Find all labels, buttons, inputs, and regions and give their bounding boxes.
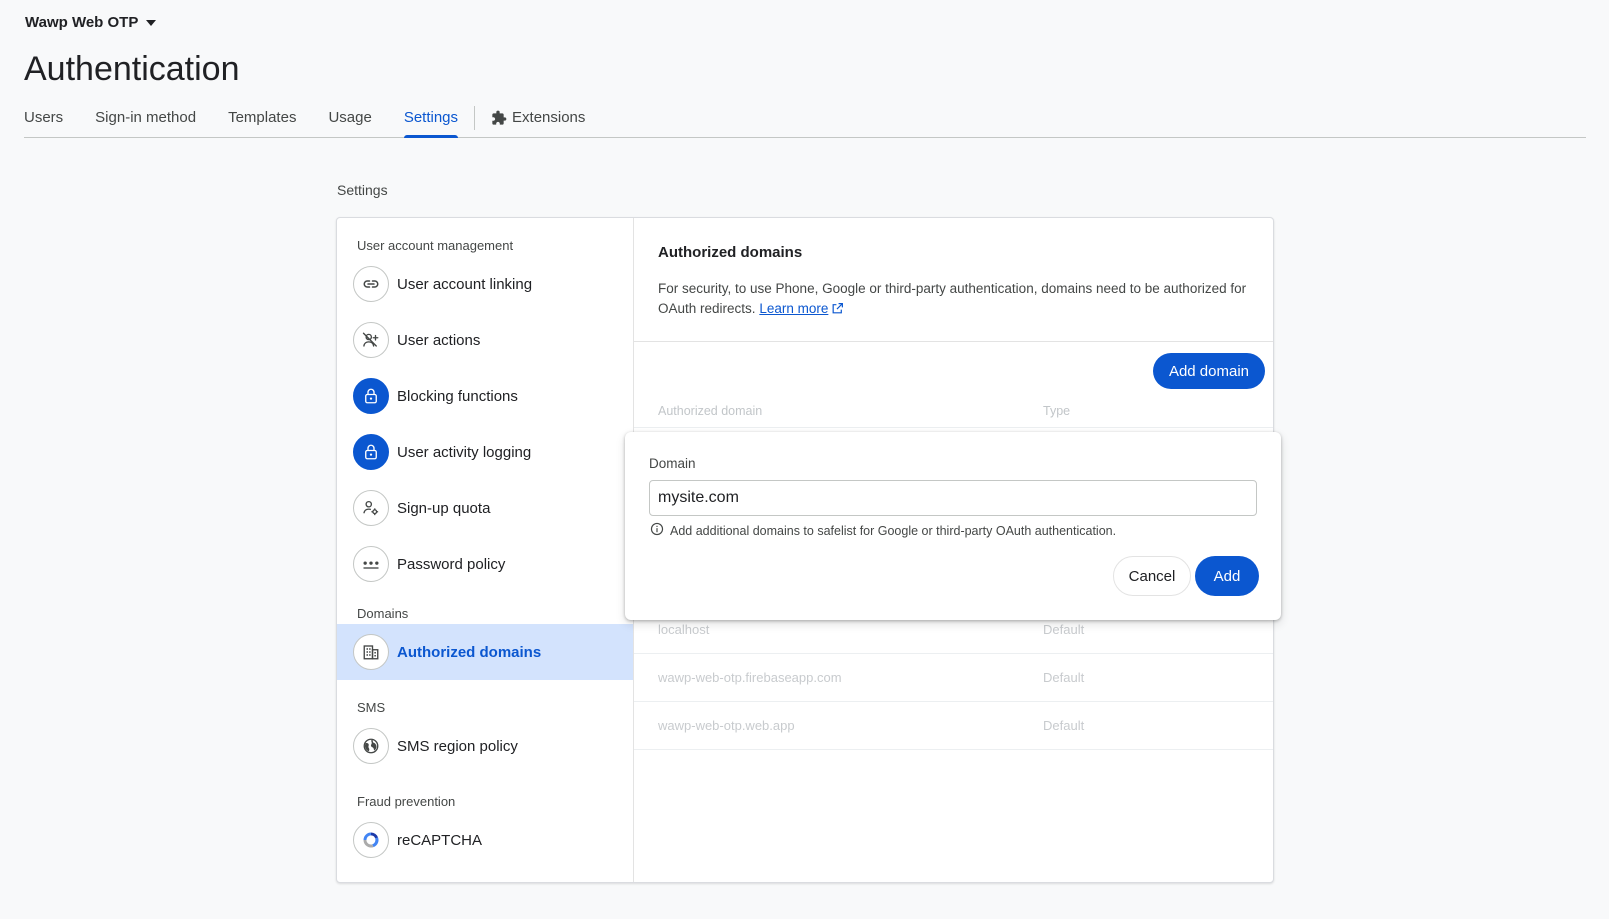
domain-input[interactable] bbox=[649, 480, 1257, 516]
add-button[interactable]: Add bbox=[1195, 556, 1259, 596]
link-icon bbox=[353, 266, 389, 302]
column-header-authorized-domain: Authorized domain bbox=[658, 404, 763, 418]
password-dots-icon bbox=[353, 546, 389, 582]
tab-usage[interactable]: Usage bbox=[328, 100, 371, 137]
sidebar-item-sign-up-quota[interactable]: Sign-up quota bbox=[337, 480, 633, 536]
sidebar-item-label: Blocking functions bbox=[397, 387, 518, 405]
learn-more-link[interactable]: Learn more bbox=[759, 301, 828, 316]
group-title-fraud-prevention: Fraud prevention bbox=[357, 794, 456, 809]
project-name: Wawp Web OTP bbox=[25, 14, 139, 31]
domain-field-label: Domain bbox=[649, 456, 696, 471]
sidebar-item-label: SMS region policy bbox=[397, 737, 518, 755]
tab-templates[interactable]: Templates bbox=[228, 100, 296, 137]
chevron-down-icon bbox=[146, 19, 157, 26]
tab-bar: Users Sign-in method Templates Usage Set… bbox=[24, 100, 1586, 138]
group-title-sms: SMS bbox=[357, 700, 386, 715]
group-title-user-account-management: User account management bbox=[357, 238, 514, 253]
sidebar-item-label: Sign-up quota bbox=[397, 499, 491, 517]
domain-cell: localhost bbox=[658, 622, 710, 637]
panel-description-text: For security, to use Phone, Google or th… bbox=[658, 281, 1247, 316]
user-off-icon bbox=[353, 322, 389, 358]
table-header: Authorized domain Type bbox=[634, 394, 1273, 428]
domain-cell: wawp-web-otp.web.app bbox=[658, 718, 795, 733]
sidebar-item-user-account-linking[interactable]: User account linking bbox=[337, 256, 633, 312]
user-settings-icon bbox=[353, 490, 389, 526]
sidebar-item-blocking-functions[interactable]: Blocking functions bbox=[337, 368, 633, 424]
tab-extensions-label: Extensions bbox=[512, 109, 586, 126]
info-icon bbox=[650, 522, 664, 539]
type-cell: Default bbox=[1043, 718, 1085, 733]
learn-more-label: Learn more bbox=[759, 301, 829, 316]
tab-divider bbox=[474, 106, 476, 130]
group-title-domains: Domains bbox=[357, 606, 409, 621]
panel-header: Authorized domains For security, to use … bbox=[634, 218, 1273, 342]
sidebar-item-label: Authorized domains bbox=[397, 643, 542, 661]
building-icon bbox=[353, 634, 389, 670]
tab-users[interactable]: Users bbox=[24, 100, 63, 137]
page-title: Authentication bbox=[24, 50, 240, 88]
sidebar-item-authorized-domains[interactable]: Authorized domains bbox=[337, 624, 633, 680]
tab-settings[interactable]: Settings bbox=[403, 100, 459, 138]
sidebar-item-user-actions[interactable]: User actions bbox=[337, 312, 633, 368]
sidebar-item-sms-region-policy[interactable]: SMS region policy bbox=[337, 718, 633, 774]
domain-cell: wawp-web-otp.firebaseapp.com bbox=[658, 670, 842, 685]
settings-sidebar: User account management User account lin… bbox=[337, 218, 634, 882]
project-switcher[interactable]: Wawp Web OTP bbox=[25, 14, 157, 31]
puzzle-icon bbox=[491, 110, 507, 126]
type-cell: Default bbox=[1043, 622, 1085, 637]
sidebar-item-label: Password policy bbox=[397, 555, 506, 573]
open-in-new-icon[interactable] bbox=[831, 301, 844, 321]
lock-icon bbox=[353, 434, 389, 470]
recaptcha-icon bbox=[353, 822, 389, 858]
sidebar-item-label: reCAPTCHA bbox=[397, 831, 483, 849]
sidebar-item-label: User actions bbox=[397, 331, 481, 349]
type-cell: Default bbox=[1043, 670, 1085, 685]
domain-hint-text: Add additional domains to safelist for G… bbox=[670, 523, 1117, 538]
lock-icon bbox=[353, 378, 389, 414]
section-heading: Settings bbox=[337, 182, 388, 198]
add-domain-dialog: Domain Add additional domains to safelis… bbox=[625, 432, 1281, 620]
panel-title: Authorized domains bbox=[658, 244, 803, 261]
sidebar-item-label: User account linking bbox=[397, 275, 533, 293]
tab-sign-in-method[interactable]: Sign-in method bbox=[95, 100, 196, 137]
globe-icon bbox=[353, 728, 389, 764]
tab-extensions[interactable]: Extensions bbox=[491, 100, 585, 137]
sidebar-item-user-activity-logging[interactable]: User activity logging bbox=[337, 424, 633, 480]
column-header-type: Type bbox=[1043, 404, 1071, 418]
cancel-button[interactable]: Cancel bbox=[1113, 556, 1191, 596]
sidebar-item-label: User activity logging bbox=[397, 443, 532, 461]
table-row: wawp-web-otp.web.app Default bbox=[634, 702, 1273, 750]
panel-description: For security, to use Phone, Google or th… bbox=[658, 279, 1249, 321]
add-domain-button[interactable]: Add domain bbox=[1152, 353, 1265, 389]
domain-hint: Add additional domains to safelist for G… bbox=[650, 522, 1116, 539]
table-row: wawp-web-otp.firebaseapp.com Default bbox=[634, 654, 1273, 702]
sidebar-item-password-policy[interactable]: Password policy bbox=[337, 536, 633, 592]
sidebar-item-recaptcha[interactable]: reCAPTCHA bbox=[337, 812, 633, 868]
